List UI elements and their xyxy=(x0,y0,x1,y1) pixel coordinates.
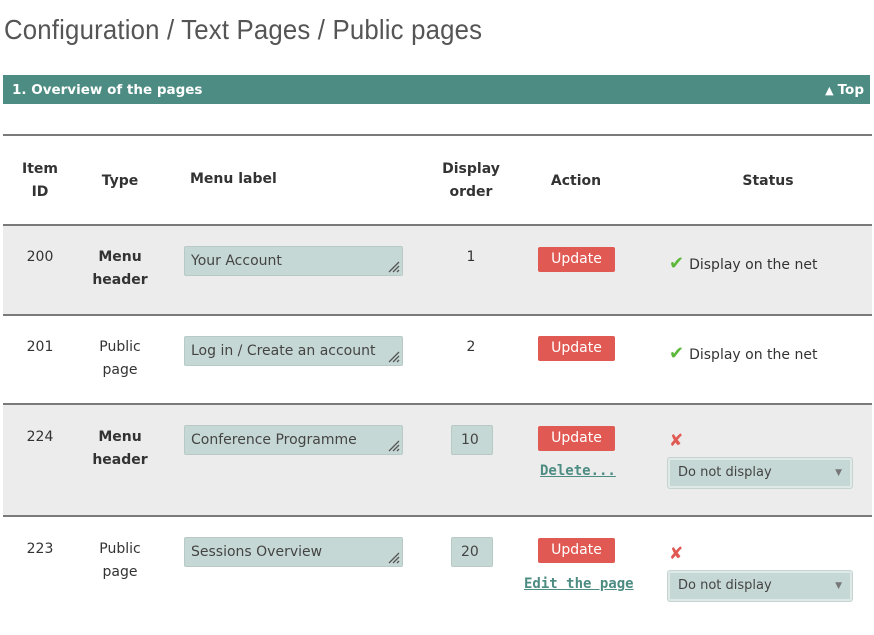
edit-page-link[interactable]: Edit the page xyxy=(524,576,634,592)
chevron-down-icon: ▼ xyxy=(835,468,842,478)
table-row: 223 Public page Sessions Overview 20 Upd… xyxy=(3,517,872,627)
menu-label-value: Sessions Overview xyxy=(191,544,323,560)
check-icon: ✔ xyxy=(669,253,685,274)
update-button[interactable]: Update xyxy=(538,336,615,361)
item-type-line1: Public xyxy=(99,541,141,557)
resize-grip-icon[interactable] xyxy=(386,438,400,452)
header-display-line2: order xyxy=(449,184,493,200)
menu-label-value: Your Account xyxy=(191,253,282,269)
item-type-line2: header xyxy=(92,272,148,288)
item-type-line1: Menu xyxy=(98,429,142,445)
chevron-down-icon: ▼ xyxy=(835,581,842,591)
display-order-input[interactable]: 10 xyxy=(451,425,493,455)
section-title: 1. Overview of the pages xyxy=(12,82,203,98)
item-type-line2: header xyxy=(92,452,148,468)
status-text: Display on the net xyxy=(689,257,818,273)
display-order-input[interactable]: 20 xyxy=(451,537,493,567)
item-type: Menu header xyxy=(90,426,150,472)
menu-label-input[interactable]: Log in / Create an account xyxy=(184,336,403,366)
top-link-label: Top xyxy=(837,82,864,98)
item-id: 201 xyxy=(26,339,54,355)
header-display-line1: Display xyxy=(442,161,500,177)
item-id: 200 xyxy=(26,249,54,265)
table-header-row: Item ID Type Menu label Display order Ac… xyxy=(3,136,872,224)
header-item-id-line1: Item xyxy=(22,161,58,177)
item-type-line1: Menu xyxy=(98,249,142,265)
cross-icon: ✘ xyxy=(669,431,684,451)
header-item-id-line2: ID xyxy=(31,184,49,200)
resize-grip-icon[interactable] xyxy=(386,550,400,564)
update-button[interactable]: Update xyxy=(538,426,615,451)
item-type-line1: Public xyxy=(99,339,141,355)
section-header: 1. Overview of the pages ▲ Top xyxy=(3,75,870,104)
menu-label-input[interactable]: Your Account xyxy=(184,246,403,276)
status-select-value: Do not display xyxy=(678,465,772,480)
header-action: Action xyxy=(550,173,602,189)
item-id: 224 xyxy=(26,429,54,445)
table-row: 224 Menu header Conference Programme 10 … xyxy=(3,405,872,515)
item-type-line2: page xyxy=(102,362,138,378)
status-select-value: Do not display xyxy=(678,578,772,593)
header-type: Type xyxy=(101,173,139,189)
resize-grip-icon[interactable] xyxy=(386,349,400,363)
page-title: Configuration / Text Pages / Public page… xyxy=(4,14,483,45)
display-order: 2 xyxy=(466,339,476,355)
item-type: Public page xyxy=(90,538,150,584)
delete-link[interactable]: Delete... xyxy=(540,463,616,479)
header-item-id: Item ID xyxy=(20,158,60,204)
status-display: ✔ Display on the net xyxy=(669,343,817,364)
item-type-line2: page xyxy=(102,564,138,580)
header-menu-label: Menu label xyxy=(190,171,277,187)
display-order: 1 xyxy=(466,249,476,265)
menu-label-input[interactable]: Conference Programme xyxy=(184,425,403,455)
menu-label-value: Log in / Create an account xyxy=(191,343,376,359)
top-link[interactable]: ▲ Top xyxy=(825,82,864,98)
update-button[interactable]: Update xyxy=(538,538,615,563)
status-display: ✔ Display on the net xyxy=(669,253,817,274)
status-select[interactable]: Do not display ▼ xyxy=(668,458,852,488)
table-row: 200 Menu header Your Account 1 Update ✔ D… xyxy=(3,226,872,314)
item-type: Public page xyxy=(90,336,150,382)
cross-icon: ✘ xyxy=(669,544,684,564)
header-status: Status xyxy=(742,173,794,189)
menu-label-input[interactable]: Sessions Overview xyxy=(184,537,403,567)
status-select[interactable]: Do not display ▼ xyxy=(668,571,852,601)
up-arrow-icon: ▲ xyxy=(825,84,834,97)
menu-label-value: Conference Programme xyxy=(191,432,357,448)
update-button[interactable]: Update xyxy=(538,247,615,272)
item-id: 223 xyxy=(26,541,54,557)
header-display-order: Display order xyxy=(441,158,501,204)
item-type: Menu header xyxy=(90,246,150,292)
resize-grip-icon[interactable] xyxy=(386,259,400,273)
check-icon: ✔ xyxy=(669,343,685,364)
status-text: Display on the net xyxy=(689,347,818,363)
table-row: 201 Public page Log in / Create an accou… xyxy=(3,316,872,404)
